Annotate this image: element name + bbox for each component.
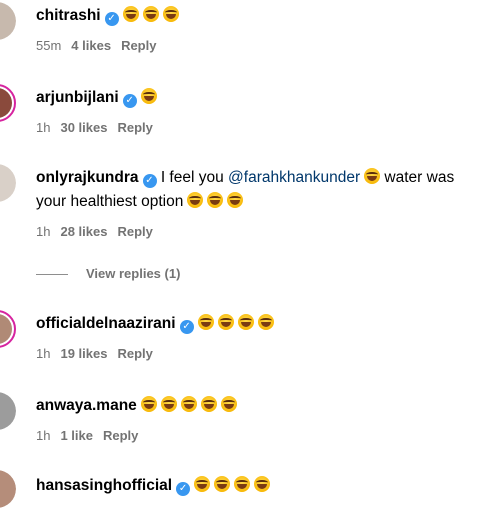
comment-likes[interactable]: 30 likes (60, 120, 107, 135)
comment-username[interactable]: hansasinghofficial (36, 477, 172, 494)
comment-text: your healthiest option (36, 193, 184, 210)
avatar[interactable] (0, 392, 16, 430)
laughing-emoji-icon (187, 192, 204, 208)
laughing-emoji-icon (140, 396, 157, 412)
view-replies-button[interactable]: View replies (1) (36, 265, 180, 283)
avatar[interactable] (0, 310, 16, 348)
laughing-emoji-icon (180, 396, 197, 412)
laughing-emoji-icon (207, 192, 224, 208)
comment-username[interactable]: onlyrajkundra (36, 169, 139, 186)
laughing-emoji-icon (214, 476, 231, 492)
comment-time: 55m (36, 38, 62, 53)
avatar[interactable] (0, 470, 16, 508)
avatar[interactable] (0, 2, 16, 40)
laughing-emoji-icon (364, 168, 381, 184)
avatar[interactable] (0, 164, 16, 202)
laughing-emoji-icon (227, 192, 244, 208)
laughing-emoji-icon (200, 396, 217, 412)
divider (36, 274, 68, 276)
comment-username[interactable]: officialdelnaazirani (36, 315, 176, 332)
comment-text: I feel you (160, 169, 224, 186)
verified-badge-icon: ✓ (176, 482, 191, 496)
comment-likes[interactable]: 28 likes (60, 224, 107, 239)
laughing-emoji-icon (162, 6, 179, 22)
mention-link[interactable]: @farahkhankunder (228, 169, 360, 186)
reply-button[interactable]: Reply (117, 224, 152, 239)
laughing-emoji-icon (220, 396, 237, 412)
laughing-emoji-icon (237, 314, 254, 330)
laughing-emoji-icon (142, 6, 159, 22)
reply-button[interactable]: Reply (103, 428, 138, 443)
laughing-emoji-icon (197, 314, 214, 330)
comment-likes[interactable]: 1 like (60, 428, 93, 443)
verified-badge-icon: ✓ (142, 174, 157, 188)
reply-button[interactable]: Reply (117, 346, 152, 361)
laughing-emoji-icon (217, 314, 234, 330)
comment-time: 1h (36, 120, 51, 135)
verified-badge-icon: ✓ (104, 12, 119, 26)
comment-likes[interactable]: 4 likes (71, 38, 111, 53)
avatar[interactable] (0, 84, 16, 122)
laughing-emoji-icon (140, 88, 157, 104)
comment-time: 1h (36, 224, 51, 239)
comment-username[interactable]: arjunbijlani (36, 89, 119, 106)
comment-username[interactable]: anwaya.mane (36, 397, 137, 414)
reply-button[interactable]: Reply (117, 120, 152, 135)
laughing-emoji-icon (122, 6, 139, 22)
laughing-emoji-icon (254, 476, 271, 492)
verified-badge-icon: ✓ (122, 94, 137, 108)
comment-text: water was (384, 169, 455, 186)
laughing-emoji-icon (257, 314, 274, 330)
laughing-emoji-icon (234, 476, 251, 492)
view-replies-label: View replies (1) (86, 266, 181, 281)
reply-button[interactable]: Reply (121, 38, 156, 53)
comment-time: 1h (36, 428, 51, 443)
comment-likes[interactable]: 19 likes (60, 346, 107, 361)
verified-badge-icon: ✓ (179, 320, 194, 334)
laughing-emoji-icon (194, 476, 211, 492)
laughing-emoji-icon (160, 396, 177, 412)
comment-username[interactable]: chitrashi (36, 7, 101, 24)
comment-time: 1h (36, 346, 51, 361)
